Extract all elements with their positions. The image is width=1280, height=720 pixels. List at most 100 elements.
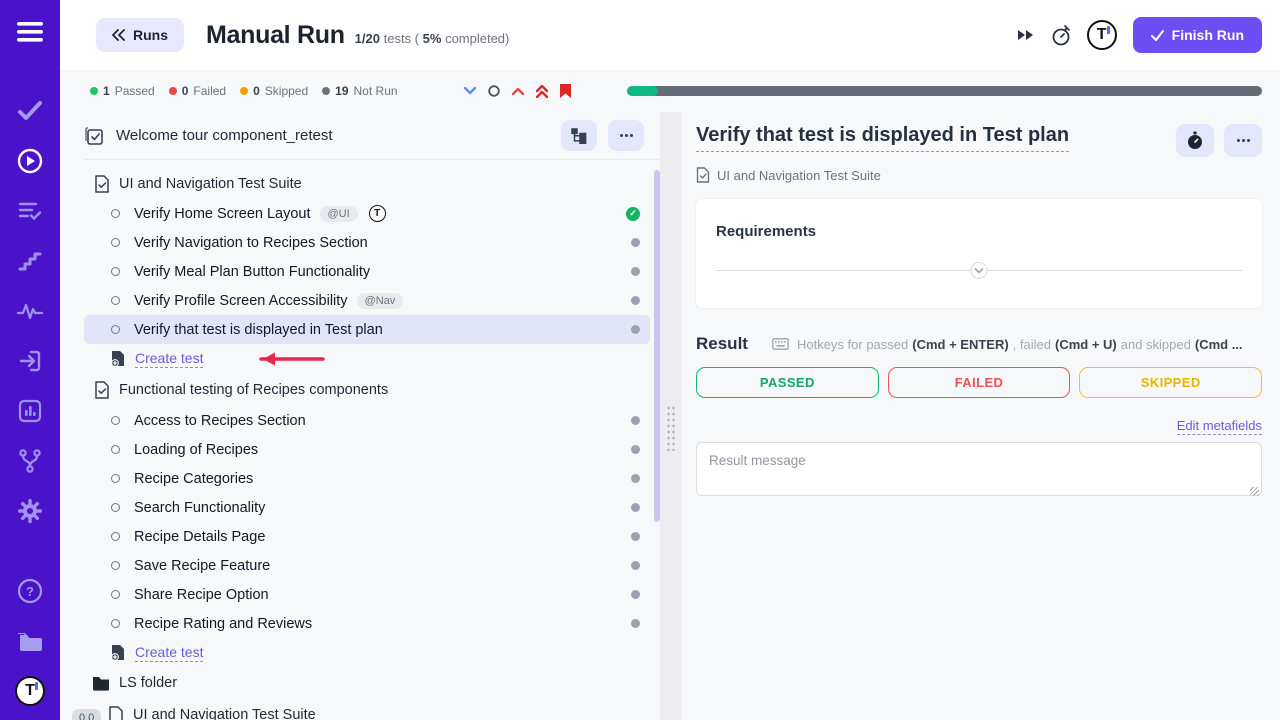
tree-view-button[interactable] [561,120,597,151]
folder-icon[interactable] [0,616,60,666]
failed-button[interactable]: FAILED [888,367,1071,398]
gear-icon[interactable] [0,486,60,536]
test-tag-badge[interactable]: @Nav [357,293,404,309]
bookmark-filter-icon[interactable] [560,84,571,98]
expand-chevron-icon[interactable] [971,262,988,279]
hotkeys-hint: Hotkeys for passed (Cmd + ENTER) , faile… [772,337,1243,352]
detail-suite-label: UI and Navigation Test Suite [717,168,881,183]
circle-filter-icon[interactable] [488,85,500,97]
file-plus-icon [111,350,125,367]
status-notrun-icon [631,619,640,628]
chevron-up-filter-icon[interactable] [512,87,524,95]
notrun-dot-icon [322,87,330,95]
test-row[interactable]: Verify Meal Plan Button Functionality [84,257,650,286]
import-icon[interactable] [0,336,60,386]
chevron-down-filter-icon[interactable] [464,87,476,95]
edit-metafields-link[interactable]: Edit metafields [1177,418,1262,435]
test-row[interactable]: Recipe Rating and Reviews [84,609,650,638]
detail-more-button[interactable] [1224,124,1262,157]
create-test-link[interactable]: Create test [135,644,203,662]
status-notrun-icon [631,416,640,425]
svg-text:?: ? [26,584,34,599]
requirements-expander [716,262,1242,280]
test-row[interactable]: Search Functionality [84,493,650,522]
finish-run-label: Finish Run [1172,27,1244,43]
double-chevron-left-icon [112,29,125,41]
header-account-logo[interactable]: T [1087,20,1117,50]
runs-list-icon[interactable] [0,186,60,236]
skipped-stat: 0Skipped [240,84,308,98]
status-notrun-icon [631,503,640,512]
sidebar-testomat-logo[interactable]: T [0,666,60,716]
result-title: Result [696,334,748,354]
test-row[interactable]: Share Recipe Option [84,580,650,609]
run-play-icon[interactable] [0,136,60,186]
test-title: Share Recipe Option [134,587,269,603]
fast-forward-button[interactable] [1017,29,1035,41]
resize-handle-icon[interactable] [1250,487,1259,496]
run-header: Runs Manual Run 1/20 tests ( 5% complete… [60,0,1280,70]
detail-suite-breadcrumb[interactable]: UI and Navigation Test Suite [696,167,1262,183]
detail-timer-button[interactable] [1176,124,1214,157]
create-test-link[interactable]: Create test [135,350,203,368]
test-title: Recipe Categories [134,471,253,487]
test-state-ring-icon [111,619,120,628]
test-row[interactable]: Recipe Details Page [84,522,650,551]
result-message-input[interactable] [696,442,1262,496]
menu-icon[interactable] [0,0,60,64]
skipped-button[interactable]: SKIPPED [1079,367,1262,398]
back-to-runs-button[interactable]: Runs [96,18,184,52]
test-row[interactable]: Verify Navigation to Recipes Section [84,228,650,257]
page-title: Manual Run [206,21,345,50]
test-row[interactable]: Verify Home Screen Layout @UI T ✓ [84,199,650,228]
finish-run-button[interactable]: Finish Run [1133,17,1262,53]
analytics-icon[interactable] [0,386,60,436]
tree-more-button[interactable] [608,120,644,151]
run-plan-title: Welcome tour component_retest [116,127,550,144]
test-title: Access to Recipes Section [134,413,306,429]
folder-row[interactable]: LS folder [84,667,660,699]
test-row[interactable]: Save Recipe Feature [84,551,650,580]
timer-button[interactable] [1051,24,1071,46]
test-row[interactable]: Recipe Categories [84,464,650,493]
suite-row[interactable]: UI and Navigation Test Suite [84,168,660,199]
check-icon[interactable] [0,86,60,136]
test-row[interactable]: Access to Recipes Section [84,406,650,435]
test-row[interactable]: Verify Profile Screen Accessibility @Nav [84,286,650,315]
testomat-logo-icon: T [15,676,45,706]
test-row[interactable]: Loading of Recipes [84,435,650,464]
suite-row[interactable]: Functional testing of Recipes components [84,373,660,406]
fast-forward-icon [1017,29,1035,41]
status-notrun-icon [631,561,640,570]
test-tree-panel: Welcome tour component_retest UI and Nav… [60,112,660,720]
suite-title: UI and Navigation Test Suite [133,707,316,720]
panel-resize-divider[interactable] [660,112,682,720]
drag-grip-icon [666,405,676,451]
steps-icon[interactable] [0,236,60,286]
test-title: Recipe Rating and Reviews [134,616,312,632]
double-chevron-up-filter-icon[interactable] [536,85,548,98]
test-title: Loading of Recipes [134,442,258,458]
test-title: Verify Meal Plan Button Functionality [134,264,370,280]
requirements-card: Requirements [696,199,1262,308]
test-state-ring-icon [111,416,120,425]
test-state-ring-icon [111,503,120,512]
status-notrun-icon [631,267,640,276]
failed-dot-icon [169,87,177,95]
test-row-selected[interactable]: Verify that test is displayed in Test pl… [84,315,650,344]
test-detail-title[interactable]: Verify that test is displayed in Test pl… [696,124,1069,152]
pulse-icon[interactable] [0,286,60,336]
status-notrun-icon [631,474,640,483]
test-state-ring-icon [111,590,120,599]
branch-icon[interactable] [0,436,60,486]
content-split: Welcome tour component_retest UI and Nav… [60,112,1280,720]
stopwatch-filled-icon [1187,131,1203,150]
test-state-ring-icon [111,532,120,541]
test-state-ring-icon [111,209,120,218]
suite-row-clipped[interactable]: UI and Navigation Test Suite [84,699,660,720]
status-notrun-icon [631,325,640,334]
test-detail-panel: Verify that test is displayed in Test pl… [682,112,1280,720]
test-tag-badge[interactable]: @UI [320,206,358,222]
passed-button[interactable]: PASSED [696,367,879,398]
help-icon[interactable]: ? [0,566,60,616]
